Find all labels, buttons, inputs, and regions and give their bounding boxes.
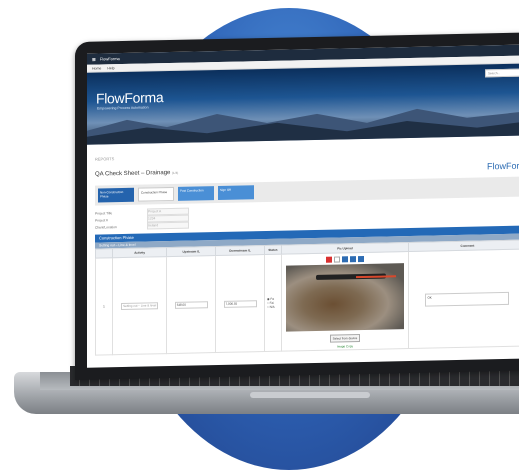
pic-upload-cell: Select from device Image Copy bbox=[281, 251, 409, 352]
activity-cell: Setting out – Line & level bbox=[112, 256, 167, 355]
brand-logo: FlowForma bbox=[96, 89, 164, 107]
laptop-lid: ▦ FlowForma Home Help FlowForma Empoweri… bbox=[75, 32, 519, 380]
col-status: Status bbox=[264, 245, 282, 255]
image-copy-link[interactable]: Image Copy bbox=[283, 343, 407, 350]
laptop-screen: ▦ FlowForma Home Help FlowForma Empoweri… bbox=[87, 44, 519, 368]
brush-icon[interactable] bbox=[341, 256, 348, 263]
pipe-stripe bbox=[355, 275, 396, 279]
laptop-trackpad bbox=[250, 392, 370, 398]
undo-icon[interactable] bbox=[357, 255, 364, 263]
col-num bbox=[95, 248, 113, 259]
table-row: 1 Setting out – Line & level 548.00 7,00… bbox=[95, 249, 519, 356]
pen-icon[interactable] bbox=[333, 256, 340, 263]
search-input[interactable]: Search... bbox=[485, 68, 519, 78]
upstream-il-input[interactable]: 548.00 bbox=[174, 300, 208, 309]
downstream-il-input[interactable]: 7,000.55 bbox=[223, 299, 257, 308]
row-number: 1 bbox=[95, 257, 113, 356]
image-toolbar bbox=[283, 255, 407, 264]
status-cell: ◉ Pa ○ Fai ○ N/A bbox=[264, 254, 282, 352]
color-swatch-icon[interactable] bbox=[325, 256, 332, 263]
upstream-cell: 548.00 bbox=[166, 255, 216, 354]
menu-item-help[interactable]: Help bbox=[107, 66, 114, 70]
client-location-field[interactable]: Ireland bbox=[147, 221, 189, 230]
window-title: FlowForma bbox=[99, 56, 120, 62]
comment-field[interactable]: OK bbox=[425, 291, 510, 307]
meta-label: Project Title bbox=[95, 210, 113, 216]
check-icon[interactable] bbox=[349, 256, 356, 263]
downstream-cell: 7,000.55 bbox=[215, 254, 265, 353]
flowforma-logo: FlowForm bbox=[487, 160, 519, 172]
select-from-device-button[interactable]: Select from device bbox=[329, 334, 361, 343]
form-title-suffix: (1/4) bbox=[172, 170, 179, 175]
comment-cell: OK bbox=[408, 249, 519, 349]
menu-item-home[interactable]: Home bbox=[92, 66, 101, 70]
waffle-icon[interactable]: ▦ bbox=[92, 57, 96, 62]
step-non-construction[interactable]: Non-Construction Phase bbox=[98, 187, 134, 203]
breadcrumb[interactable]: REPORTS bbox=[95, 148, 519, 161]
form-title: QA Check Sheet – Drainage (1/4) bbox=[95, 170, 178, 178]
form-header: QA Check Sheet – Drainage (1/4) FlowForm bbox=[95, 161, 519, 180]
meta-label: Client/Location bbox=[95, 224, 117, 230]
main-content: REPORTS QA Check Sheet – Drainage (1/4) … bbox=[87, 135, 519, 359]
meta-label: Project # bbox=[95, 217, 109, 223]
activity-field[interactable]: Setting out – Line & level bbox=[121, 301, 159, 310]
status-radio-na[interactable]: ○ N/A bbox=[267, 305, 280, 309]
checklist-table: Activity Upstream IL Downstream IL Statu… bbox=[95, 240, 519, 356]
hero-banner: FlowForma Empowering Process Automation … bbox=[87, 63, 519, 145]
uploaded-photo[interactable] bbox=[285, 263, 404, 332]
step-sign-off[interactable]: Sign Off bbox=[218, 185, 254, 201]
step-construction[interactable]: Construction Phase bbox=[138, 186, 174, 202]
step-post-construction[interactable]: Post Construction bbox=[178, 186, 214, 201]
form-title-text: QA Check Sheet – Drainage bbox=[95, 170, 171, 178]
